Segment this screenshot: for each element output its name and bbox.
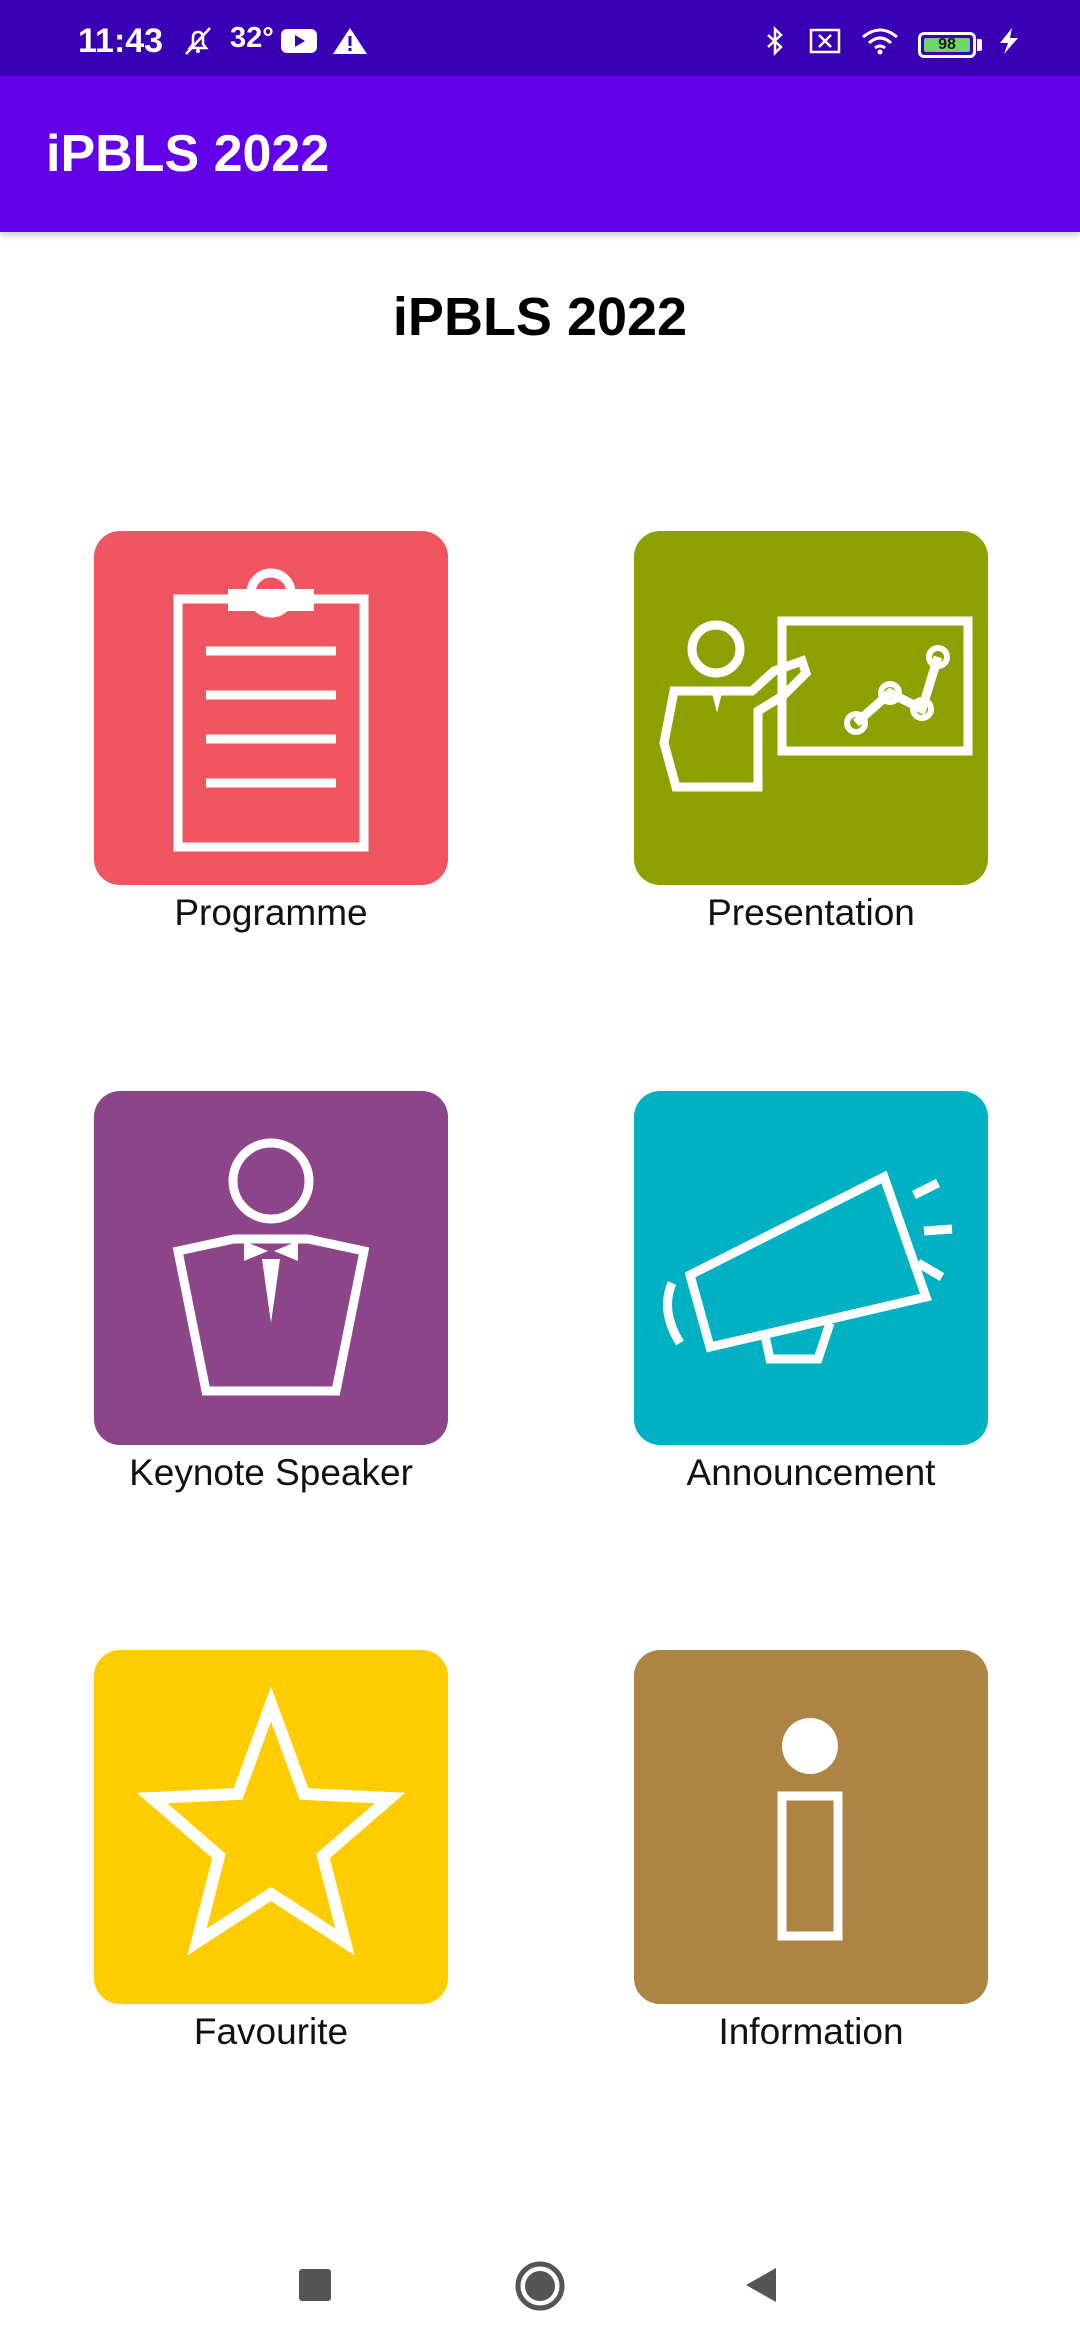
star-icon <box>94 1650 448 2004</box>
warning-icon <box>333 28 367 54</box>
tile-presentation[interactable]: Presentation <box>634 531 988 935</box>
home-button[interactable] <box>514 2260 566 2312</box>
sim-card-icon <box>809 28 841 54</box>
system-navigation-bar <box>0 2230 1080 2340</box>
tile-background <box>634 531 988 885</box>
charging-icon <box>1000 28 1018 54</box>
bluetooth-icon <box>767 26 783 56</box>
app-bar: iPBLS 2022 <box>0 76 1080 232</box>
tile-keynote-speaker[interactable]: Keynote Speaker <box>94 1091 448 1495</box>
notifications-off-icon <box>185 27 211 55</box>
tile-announcement-icon-box <box>634 1091 988 1445</box>
status-bar: 11:43 32° 98 <box>0 0 1080 76</box>
tile-favourite-label: Favourite <box>193 2011 349 2052</box>
tile-information-label: Information <box>718 2011 904 2052</box>
youtube-icon <box>281 29 317 53</box>
tile-favourite[interactable]: Favourite <box>94 1650 448 2054</box>
tile-programme-icon-box <box>94 531 448 885</box>
tile-announcement-label: Announcement <box>686 1452 936 1493</box>
tile-keynote-speaker-icon-box <box>94 1091 448 1445</box>
presenter-icon <box>634 531 988 885</box>
tile-programme-label: Programme <box>174 892 368 933</box>
tile-keynote-speaker-label: Keynote Speaker <box>129 1452 413 1493</box>
tile-presentation-icon-box <box>634 531 988 885</box>
info-icon <box>634 1650 988 2004</box>
tile-background <box>94 531 448 885</box>
status-time: 11:43 <box>78 22 164 60</box>
recents-button[interactable] <box>298 2268 332 2302</box>
tile-information-icon-box <box>634 1650 988 2004</box>
battery-percent: 98 <box>938 36 956 53</box>
tile-background <box>634 1650 988 2004</box>
app-bar-title: iPBLS 2022 <box>46 125 330 183</box>
tile-announcement[interactable]: Announcement <box>634 1091 988 1495</box>
speaker-icon <box>94 1091 448 1445</box>
wifi-icon <box>862 28 898 55</box>
tile-programme[interactable]: Programme <box>94 531 448 935</box>
clipboard-icon <box>94 531 448 885</box>
page-title: iPBLS 2022 <box>392 287 688 347</box>
battery-indicator: 98 <box>918 32 976 58</box>
battery-tip <box>977 39 982 51</box>
status-temperature: 32° <box>230 22 274 54</box>
tile-favourite-icon-box <box>94 1650 448 2004</box>
back-button[interactable] <box>744 2266 778 2304</box>
tile-information[interactable]: Information <box>634 1650 988 2054</box>
megaphone-icon <box>634 1091 988 1445</box>
tile-presentation-label: Presentation <box>707 892 915 933</box>
